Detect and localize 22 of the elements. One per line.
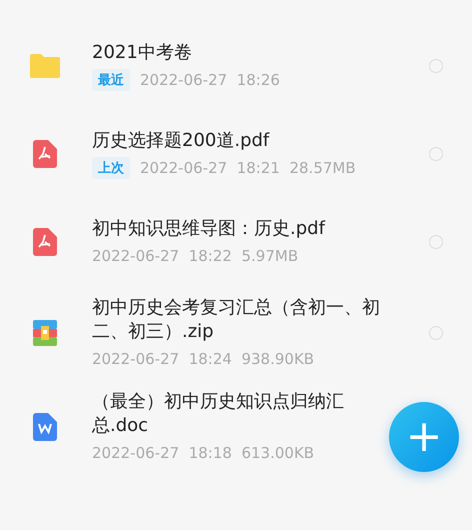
file-name: （最全）初中历史知识点归纳汇 总.doc — [92, 390, 344, 438]
select-radio[interactable] — [429, 326, 443, 340]
file-name: 2021中考卷 — [92, 41, 192, 65]
folder-icon — [30, 54, 60, 78]
tag: 最近 — [92, 69, 130, 91]
add-button[interactable]: + — [389, 402, 459, 472]
file-details: 2022-06-27 18:18 613.00KB — [92, 443, 314, 464]
file-name: 初中历史会考复习汇总（含初一、初 二、初三）.zip — [92, 296, 380, 344]
pdf-icon — [33, 228, 57, 256]
file-details: 2022-06-27 18:26 — [140, 70, 280, 91]
word-document-icon — [33, 413, 57, 441]
pdf-icon — [33, 140, 57, 168]
select-radio[interactable] — [429, 147, 443, 161]
select-radio[interactable] — [429, 235, 443, 249]
file-details: 2022-06-27 18:21 28.57MB — [140, 158, 356, 179]
file-details: 2022-06-27 18:22 5.97MB — [92, 246, 298, 267]
tag: 上次 — [92, 157, 130, 179]
select-radio[interactable] — [429, 59, 443, 73]
file-name: 初中知识思维导图：历史.pdf — [92, 217, 325, 241]
archive-icon — [33, 320, 57, 346]
file-name: 历史选择题200道.pdf — [92, 129, 270, 153]
file-details: 2022-06-27 18:24 938.90KB — [92, 349, 314, 370]
